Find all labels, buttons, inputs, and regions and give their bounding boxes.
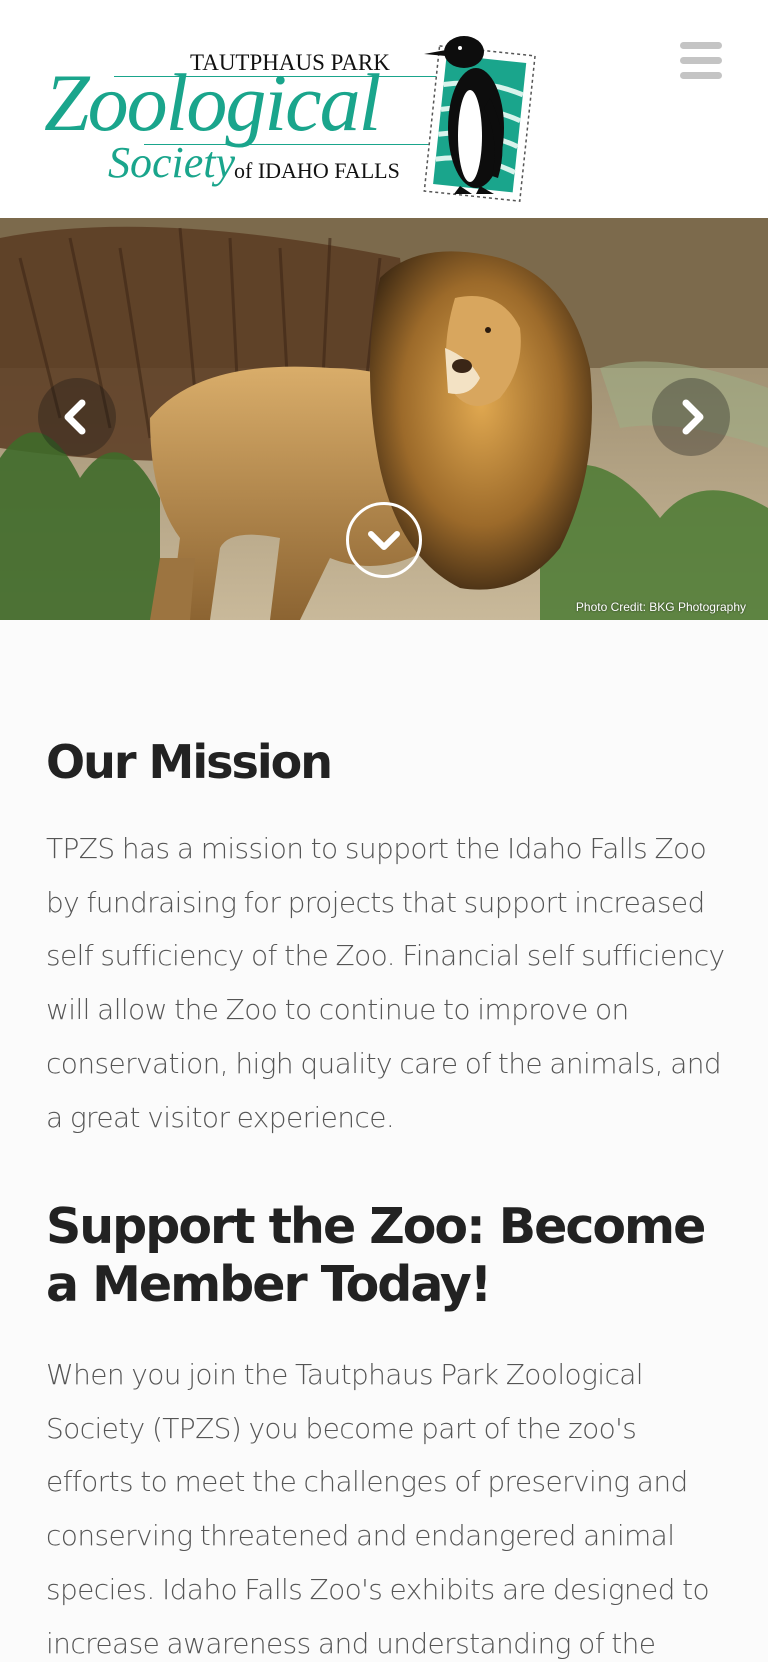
site-logo[interactable]: TAUTPHAUS PARK Zoological Society of IDA… — [44, 28, 544, 208]
logo-society: Society — [108, 138, 236, 187]
chevron-down-icon — [368, 531, 400, 550]
chevron-left-icon — [64, 399, 86, 435]
hero-slider: Photo Credit: BKG Photography — [0, 218, 768, 620]
site-header: TAUTPHAUS PARK Zoological Society of IDA… — [0, 0, 768, 218]
chevron-right-icon — [682, 399, 704, 435]
slider-next-button[interactable] — [652, 378, 730, 456]
mission-heading: Our Mission — [46, 735, 333, 789]
photo-credit: Photo Credit: BKG Photography — [575, 600, 746, 614]
support-text: When you join the Tautphaus Park Zoologi… — [46, 1358, 710, 1660]
slider-prev-button[interactable] — [38, 378, 116, 456]
menu-button[interactable] — [678, 42, 724, 82]
logo-zoological: Zoological — [44, 57, 381, 148]
support-heading: Support the Zoo: Become a Member Today! — [46, 1198, 706, 1313]
penguin-stamp-icon — [423, 36, 536, 202]
logo-of-idaho-falls: of IDAHO FALLS — [234, 158, 400, 183]
mission-text: TPZS has a mission to support the Idaho … — [46, 832, 725, 1134]
scroll-down-button[interactable] — [346, 502, 422, 578]
